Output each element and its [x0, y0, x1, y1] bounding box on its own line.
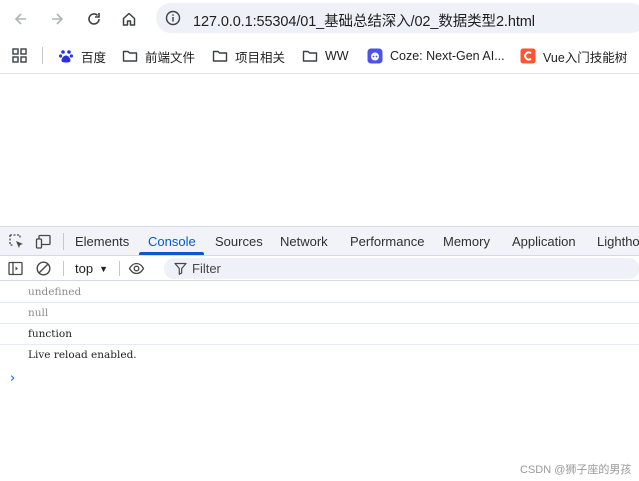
- baidu-icon: [58, 48, 74, 64]
- clear-console-icon[interactable]: [35, 260, 52, 277]
- active-tab-indicator: [139, 252, 204, 255]
- tab-sources[interactable]: Sources: [215, 234, 263, 249]
- context-label: top: [75, 261, 94, 276]
- home-button[interactable]: [116, 6, 142, 32]
- bookmark-folder-ww[interactable]: WW: [302, 46, 349, 66]
- tab-console[interactable]: Console: [148, 234, 196, 249]
- filter-placeholder: Filter: [192, 261, 221, 276]
- tab-lighthouse[interactable]: Lighthouse: [597, 234, 639, 249]
- bookmark-folder-projects[interactable]: 项目相关: [212, 46, 285, 66]
- reload-icon: [88, 13, 100, 25]
- bookmark-label: Coze: Next-Gen AI...: [390, 49, 505, 63]
- console-prompt[interactable]: ›: [10, 371, 15, 386]
- toolbar-separator: [119, 261, 120, 276]
- url-text[interactable]: 127.0.0.1:55304/01_基础总结深入/02_数据类型2.html: [193, 10, 535, 31]
- csdn-icon: [520, 48, 536, 64]
- bookmark-label: 百度: [81, 50, 107, 65]
- home-icon: [122, 12, 136, 26]
- console-message-text: undefined: [28, 286, 82, 298]
- bookmark-folder-frontend[interactable]: 前端文件: [122, 46, 195, 66]
- coze-icon: [367, 48, 383, 64]
- toolbar-separator: [63, 261, 64, 276]
- bookmark-vue-skill-tree[interactable]: Vue入门技能树: [520, 46, 627, 66]
- bookmark-label: WW: [325, 49, 349, 63]
- eye-icon[interactable]: [128, 260, 145, 277]
- filter-funnel-icon: [174, 262, 187, 275]
- tab-separator: [63, 233, 64, 250]
- console-message-text: Live reload enabled.: [28, 349, 137, 361]
- back-button[interactable]: [8, 6, 34, 32]
- watermark: CSDN @狮子座的男孩: [520, 464, 632, 476]
- folder-icon: [122, 48, 138, 64]
- forward-button[interactable]: [44, 6, 70, 32]
- devtools-panel: Elements Console Sources Network Perform…: [0, 226, 639, 481]
- tab-application[interactable]: Application: [512, 234, 576, 249]
- dropdown-caret-icon: ▼: [99, 263, 108, 274]
- device-toolbar-icon[interactable]: [35, 233, 52, 250]
- bookmark-label: Vue入门技能树: [543, 50, 628, 65]
- reload-button[interactable]: [81, 6, 107, 32]
- tab-network[interactable]: Network: [280, 234, 328, 249]
- console-output: undefined null function Live reload enab…: [0, 282, 639, 366]
- console-message: null: [0, 303, 639, 324]
- bookmark-label: 项目相关: [235, 50, 286, 65]
- devtools-tab-bar: Elements Console Sources Network Perform…: [0, 227, 639, 256]
- console-message: undefined: [0, 282, 639, 303]
- browser-toolbar: 127.0.0.1:55304/01_基础总结深入/02_数据类型2.html: [0, 0, 639, 37]
- console-message-text: null: [28, 307, 49, 319]
- tab-elements[interactable]: Elements: [75, 234, 129, 249]
- context-selector[interactable]: top ▼: [75, 261, 108, 276]
- folder-icon: [302, 48, 318, 64]
- arrow-left-icon: [14, 13, 26, 25]
- tab-performance[interactable]: Performance: [350, 234, 424, 249]
- sidebar-toggle-icon[interactable]: [7, 260, 24, 277]
- bookmarks-bar: 百度 前端文件 项目相关 WW Coze: Next-Gen AI... Vue…: [0, 37, 639, 74]
- bookmark-label: 前端文件: [145, 50, 196, 65]
- console-message-text: function: [28, 328, 72, 340]
- console-message: function: [0, 324, 639, 345]
- console-message: Live reload enabled.: [0, 345, 639, 366]
- bookmark-baidu[interactable]: 百度: [58, 46, 106, 66]
- bookmarks-separator: [42, 47, 43, 64]
- folder-icon: [212, 48, 228, 64]
- site-info-icon[interactable]: [165, 10, 181, 26]
- tab-memory[interactable]: Memory: [443, 234, 490, 249]
- arrow-right-icon: [52, 13, 64, 25]
- filter-input[interactable]: Filter: [164, 258, 639, 279]
- console-toolbar: top ▼ Filter: [0, 256, 639, 281]
- address-bar[interactable]: 127.0.0.1:55304/01_基础总结深入/02_数据类型2.html: [156, 3, 639, 33]
- inspect-element-icon[interactable]: [8, 233, 25, 250]
- bookmark-coze[interactable]: Coze: Next-Gen AI...: [367, 46, 505, 66]
- apps-grid-icon[interactable]: [12, 48, 27, 63]
